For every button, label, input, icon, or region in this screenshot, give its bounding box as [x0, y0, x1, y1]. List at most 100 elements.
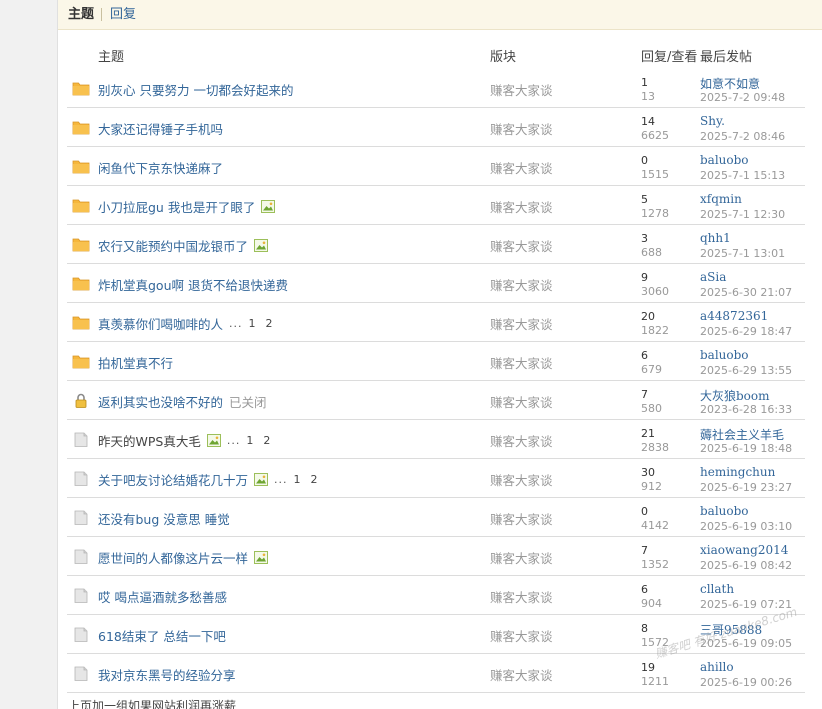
forum-link[interactable]: 赚客大家谈: [490, 431, 553, 450]
forum-link[interactable]: 赚客大家谈: [490, 314, 553, 333]
document-icon[interactable]: [72, 432, 90, 447]
image-attachment-icon: [254, 551, 269, 564]
last-post-time: 2023-6-28 16:33: [700, 403, 793, 416]
folder-icon[interactable]: [72, 354, 90, 369]
thread-title-link[interactable]: 真羡慕你们喝咖啡的人: [98, 314, 223, 333]
thread-title-link[interactable]: 返利其实也没啥不好的: [98, 392, 223, 411]
pager-page-link[interactable]: 2: [263, 434, 270, 447]
thread-row: 昨天的WPS真大毛... 1 2 赚客大家谈 21 2838 薅社会主义羊毛 2025-6-1…: [67, 420, 805, 459]
pager-page-link[interactable]: 2: [266, 317, 273, 330]
thread-table: 主题 版块 回复/查看 最后发帖 别灰心 只要努力 一切都会好起来的 赚客大家谈 1…: [67, 30, 805, 693]
thread-title-link[interactable]: 愿世间的人都像这片云一样: [98, 548, 248, 567]
reply-count: 0: [641, 505, 648, 518]
forum-link[interactable]: 赚客大家谈: [490, 587, 553, 606]
thread-row: 哎 喝点逼酒就多愁善感 赚客大家谈 6 904 cllath 2025-6-19 07:2…: [67, 576, 805, 615]
last-poster-link[interactable]: cllath: [700, 582, 734, 596]
thread-title-cell: 愿世间的人都像这片云一样: [98, 548, 269, 567]
forum-link[interactable]: 赚客大家谈: [490, 392, 553, 411]
document-icon[interactable]: [72, 471, 90, 486]
tab-replies[interactable]: 回复: [110, 7, 136, 22]
last-poster-link[interactable]: baluobo: [700, 504, 749, 518]
forum-link[interactable]: 赚客大家谈: [490, 353, 553, 372]
thread-title-link[interactable]: 小刀拉屁gu 我也是开了眼了: [98, 197, 255, 216]
last-poster-link[interactable]: hemingchun: [700, 465, 775, 479]
forum-link[interactable]: 赚客大家谈: [490, 158, 553, 177]
reply-count: 7: [641, 388, 648, 401]
document-icon[interactable]: [72, 588, 90, 603]
pager-page-link[interactable]: 1: [246, 434, 253, 447]
tab-threads[interactable]: 主题: [68, 7, 94, 22]
pager-page-link[interactable]: 2: [311, 473, 318, 486]
thread-row: 我对京东黑号的经验分享 赚客大家谈 19 1211 ahillo 2025-6-19 00…: [67, 654, 805, 693]
folder-icon[interactable]: [72, 120, 90, 135]
last-poster-link[interactable]: 薅社会主义羊毛: [700, 426, 784, 443]
last-poster-link[interactable]: 三哥95888: [700, 621, 762, 638]
folder-icon[interactable]: [72, 81, 90, 96]
thread-title-link[interactable]: 农行又能预约中国龙银币了: [98, 236, 248, 255]
forum-link[interactable]: 赚客大家谈: [490, 665, 553, 684]
thread-rows: 别灰心 只要努力 一切都会好起来的 赚客大家谈 1 13 如意不如意 2025-7-2 0…: [67, 69, 805, 693]
forum-link[interactable]: 赚客大家谈: [490, 119, 553, 138]
last-poster-link[interactable]: aSia: [700, 270, 726, 284]
document-icon[interactable]: [72, 510, 90, 525]
thread-title-link[interactable]: 拍机堂真不行: [98, 353, 173, 372]
folder-icon[interactable]: [72, 237, 90, 252]
forum-link[interactable]: 赚客大家谈: [490, 548, 553, 567]
view-count: 1211: [641, 675, 669, 688]
last-poster-link[interactable]: a44872361: [700, 309, 768, 323]
thread-row: 拍机堂真不行 赚客大家谈 6 679 baluobo 2025-6-29 13:55: [67, 342, 805, 381]
forum-link[interactable]: 赚客大家谈: [490, 80, 553, 99]
thread-title-link[interactable]: 还没有bug 没意思 睡觉: [98, 509, 230, 528]
folder-icon[interactable]: [72, 276, 90, 291]
last-poster-link[interactable]: qhh1: [700, 231, 731, 245]
reply-count: 5: [641, 193, 648, 206]
lock-icon[interactable]: [72, 393, 90, 408]
last-poster-link[interactable]: baluobo: [700, 348, 749, 362]
thread-title-link[interactable]: 炸机堂真gou啊 退货不给退快递费: [98, 275, 288, 294]
pager-page-link[interactable]: 1: [294, 473, 301, 486]
reply-count: 8: [641, 622, 648, 635]
thread-title-cell: 农行又能预约中国龙银币了: [98, 236, 269, 255]
thread-title-link[interactable]: 618结束了 总结一下吧: [98, 626, 226, 645]
view-count: 2838: [641, 441, 669, 454]
last-poster-link[interactable]: ahillo: [700, 660, 734, 674]
forum-link[interactable]: 赚客大家谈: [490, 470, 553, 489]
thread-title-link[interactable]: 关于吧友讨论结婚花几十万: [98, 470, 248, 489]
thread-title-link[interactable]: 别灰心 只要努力 一切都会好起来的: [98, 80, 293, 99]
forum-link[interactable]: 赚客大家谈: [490, 626, 553, 645]
forum-link[interactable]: 赚客大家谈: [490, 275, 553, 294]
last-poster-link[interactable]: xiaowang2014: [700, 543, 788, 557]
view-count: 6625: [641, 129, 669, 142]
last-post-time: 2025-7-1 13:01: [700, 247, 786, 260]
thread-pager: ... 1 2: [229, 317, 283, 330]
document-icon[interactable]: [72, 666, 90, 681]
last-poster-link[interactable]: xfqmin: [700, 192, 742, 206]
thread-row: 愿世间的人都像这片云一样 赚客大家谈 7 1352 xiaowang2014 2025-6…: [67, 537, 805, 576]
thread-title-cell: 大家还记得锤子手机吗: [98, 119, 223, 138]
last-poster-link[interactable]: 大灰狼boom: [700, 387, 770, 404]
document-icon[interactable]: [72, 627, 90, 642]
last-poster-link[interactable]: baluobo: [700, 153, 749, 167]
thread-title-link[interactable]: 昨天的WPS真大毛: [98, 431, 201, 450]
thread-title-link[interactable]: 哎 喝点逼酒就多愁善感: [98, 587, 227, 606]
folder-icon[interactable]: [72, 198, 90, 213]
thread-row: 炸机堂真gou啊 退货不给退快递费 赚客大家谈 9 3060 aSia 2025-6-30…: [67, 264, 805, 303]
thread-title-link[interactable]: 闲鱼代下京东快递麻了: [98, 158, 223, 177]
pager-page-link[interactable]: 1: [249, 317, 256, 330]
folder-icon[interactable]: [72, 315, 90, 330]
reply-count: 3: [641, 232, 648, 245]
last-poster-link[interactable]: 如意不如意: [700, 75, 760, 92]
view-count: 1572: [641, 636, 669, 649]
folder-icon[interactable]: [72, 159, 90, 174]
thread-title-link[interactable]: 大家还记得锤子手机吗: [98, 119, 223, 138]
document-icon[interactable]: [72, 549, 90, 564]
thread-title-link[interactable]: 我对京东黑号的经验分享: [98, 665, 236, 684]
forum-link[interactable]: 赚客大家谈: [490, 509, 553, 528]
forum-link[interactable]: 赚客大家谈: [490, 236, 553, 255]
last-post-time: 2025-6-19 00:26: [700, 676, 793, 689]
thread-row: 大家还记得锤子手机吗 赚客大家谈 14 6625 Shy. 2025-7-2 08:46: [67, 108, 805, 147]
thread-row: 别灰心 只要努力 一切都会好起来的 赚客大家谈 1 13 如意不如意 2025-7-2 0…: [67, 69, 805, 108]
forum-link[interactable]: 赚客大家谈: [490, 197, 553, 216]
header-stats: 回复/查看: [641, 50, 698, 65]
last-poster-link[interactable]: Shy.: [700, 114, 725, 128]
